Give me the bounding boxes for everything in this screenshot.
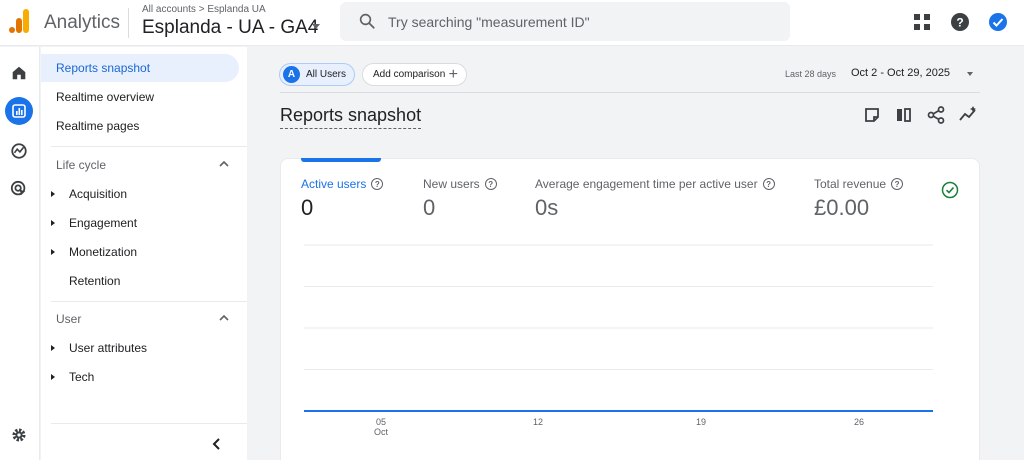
nav-realtime-pages[interactable]: Realtime pages <box>41 112 239 140</box>
top-bar: Analytics All accounts > Esplanda UA Esp… <box>0 0 1024 46</box>
property-selector[interactable]: Esplanda - UA - GA4 <box>142 17 318 39</box>
home-icon <box>12 66 26 80</box>
svg-text:?: ? <box>956 16 963 30</box>
date-range-label: Last 28 days <box>785 69 837 79</box>
nav-retention[interactable]: Retention <box>41 268 247 294</box>
expand-arrow-icon <box>51 249 55 255</box>
expand-arrow-icon <box>51 374 55 380</box>
explore-icon <box>11 143 27 159</box>
date-range-picker[interactable]: Oct 2 - Oct 29, 2025 <box>851 67 950 79</box>
reports-button[interactable] <box>5 97 33 125</box>
date-dropdown-icon[interactable] <box>967 72 973 76</box>
left-rail <box>0 47 40 460</box>
home-button[interactable] <box>5 59 33 87</box>
x-tick-label: 05 <box>376 417 386 427</box>
reports-nav: Reports snapshot Realtime overview Realt… <box>41 47 247 460</box>
product-name: Analytics <box>44 12 121 33</box>
nav-user-attributes[interactable]: User attributes <box>41 335 247 361</box>
account-verified-icon[interactable] <box>988 12 1008 32</box>
explore-button[interactable] <box>5 137 33 165</box>
advertising-target-icon <box>10 180 26 196</box>
account-breadcrumb[interactable]: All accounts > Esplanda UA <box>142 4 266 15</box>
help-icon[interactable]: ? <box>950 12 970 32</box>
share-icon[interactable] <box>926 105 946 125</box>
search-input[interactable] <box>388 10 768 34</box>
x-tick-label: 12 <box>533 417 543 427</box>
admin-settings-button[interactable] <box>5 421 33 449</box>
chevron-up-icon[interactable] <box>218 159 230 169</box>
chevron-up-icon[interactable] <box>218 313 230 323</box>
expand-arrow-icon <box>51 220 55 226</box>
add-comparison-button[interactable]: Add comparison + <box>362 63 467 86</box>
header-divider <box>128 8 129 38</box>
nav-acquisition[interactable]: Acquisition <box>41 181 247 207</box>
add-comparison-label: Add comparison <box>373 69 446 80</box>
x-tick-label: 19 <box>696 417 706 427</box>
search-icon <box>359 13 375 29</box>
collapse-nav-icon[interactable] <box>211 437 223 451</box>
analytics-logo-icon[interactable] <box>8 8 30 34</box>
page-title: Reports snapshot <box>280 105 422 129</box>
bar-chart-icon <box>12 104 26 118</box>
insights-icon[interactable] <box>958 105 978 125</box>
x-tick-month-label: Oct <box>374 427 389 437</box>
nav-realtime-overview[interactable]: Realtime overview <box>41 83 239 111</box>
note-icon[interactable] <box>862 105 882 125</box>
section-life-cycle[interactable]: Life cycle <box>56 158 106 172</box>
advertising-button[interactable] <box>5 175 33 203</box>
expand-arrow-icon <box>51 191 55 197</box>
overview-card: Active users? 0 New users? 0 Average eng… <box>280 158 980 460</box>
nav-monetization[interactable]: Monetization <box>41 239 247 265</box>
search-bar[interactable] <box>340 2 790 41</box>
nav-reports-snapshot[interactable]: Reports snapshot <box>41 54 239 82</box>
apps-grid-icon[interactable] <box>912 12 932 32</box>
nav-tech[interactable]: Tech <box>41 364 247 390</box>
x-tick-label: 26 <box>854 417 864 427</box>
expand-arrow-icon <box>51 345 55 351</box>
nav-divider <box>51 146 247 147</box>
nav-divider <box>51 423 247 424</box>
users-line-chart: 05 12 19 26 Oct <box>304 244 933 437</box>
gear-icon <box>12 428 26 442</box>
nav-divider <box>51 301 247 302</box>
section-user[interactable]: User <box>56 312 81 326</box>
compare-columns-icon[interactable] <box>894 105 914 125</box>
nav-engagement[interactable]: Engagement <box>41 210 247 236</box>
segment-label: All Users <box>306 69 347 80</box>
segment-chip-all-users[interactable]: A All Users <box>279 63 355 86</box>
segment-avatar: A <box>283 66 300 83</box>
property-dropdown-icon[interactable] <box>312 24 320 29</box>
toolbar-divider <box>280 92 980 93</box>
plus-icon: + <box>448 66 458 83</box>
